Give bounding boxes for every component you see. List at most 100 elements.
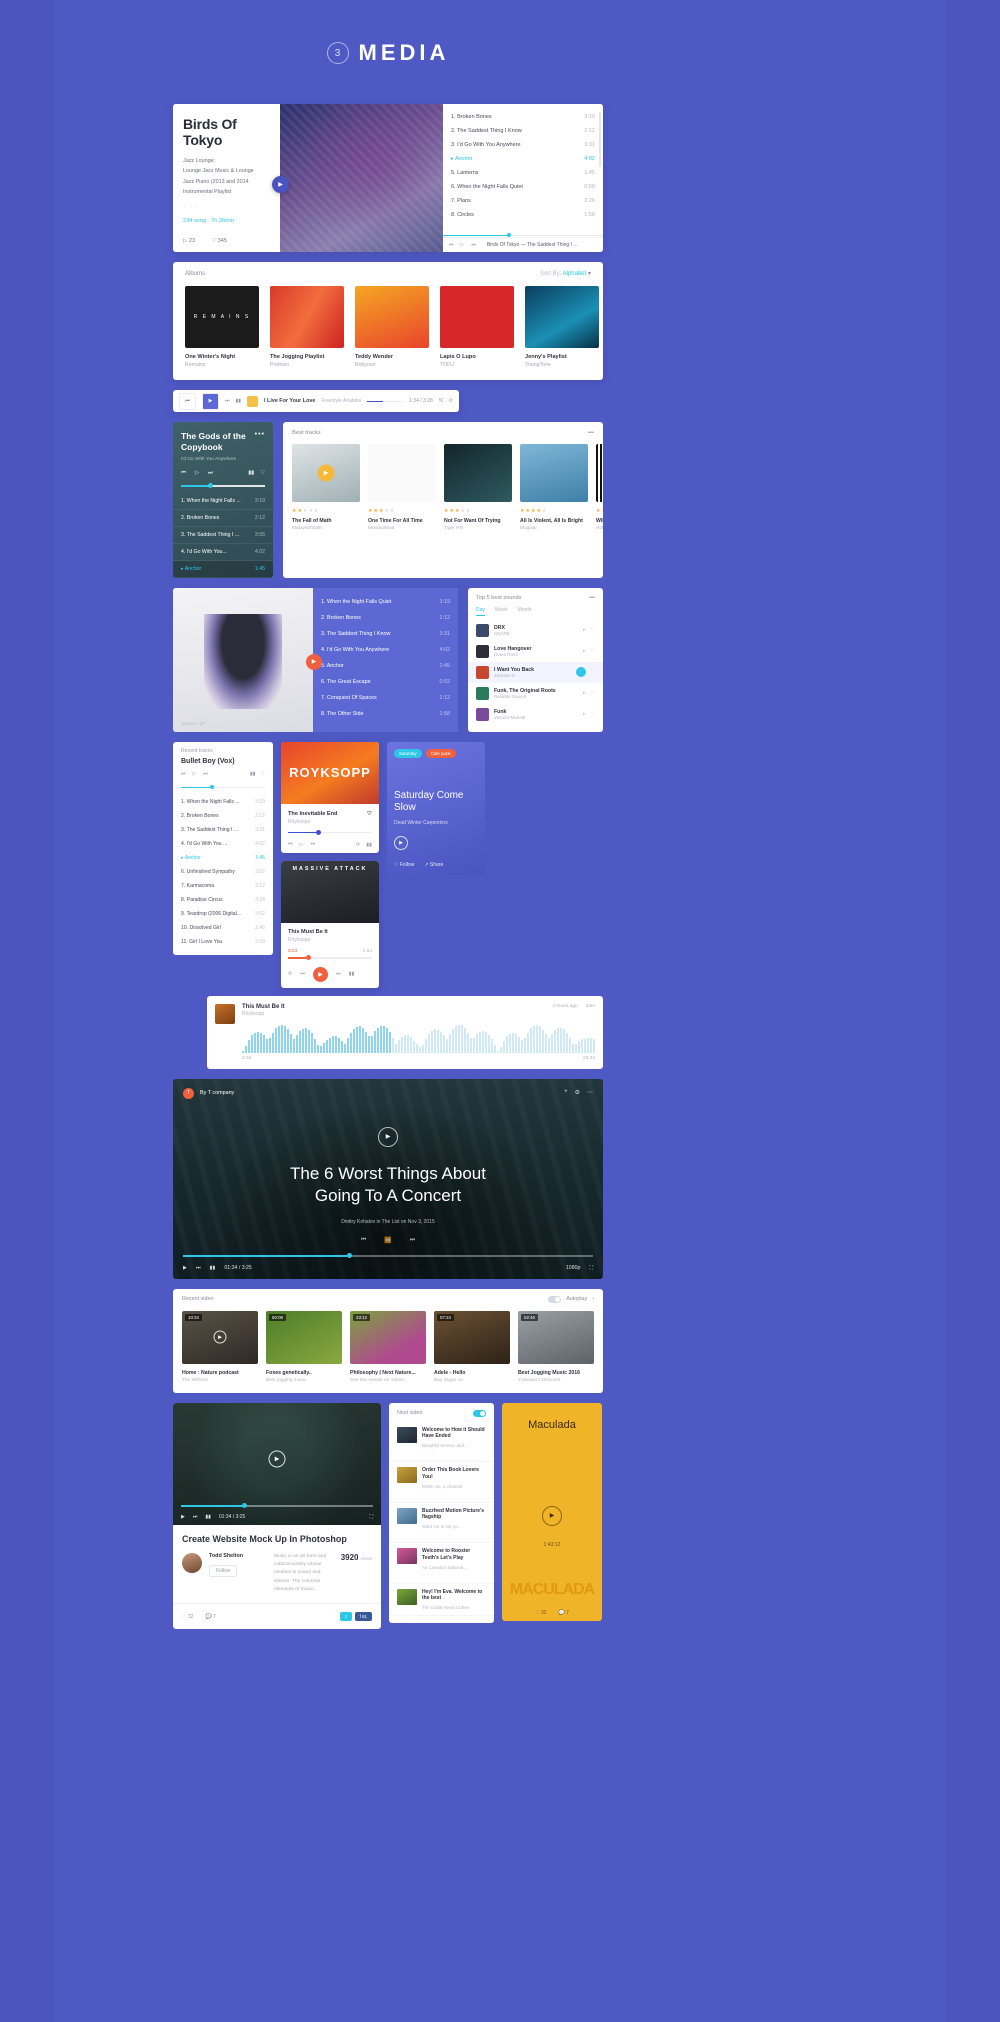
more-icon[interactable]: · · ·	[422, 1450, 486, 1456]
sound-row[interactable]: Funk Vincent Musetti ▸ ♡	[468, 704, 603, 725]
next-icon[interactable]: ⏭	[193, 1514, 198, 1520]
hero-video[interactable]: T By T company + ⚙ ⋯ ▶ The 6 Worst Thing…	[173, 1078, 603, 1279]
track-row[interactable]: 3. The Saddest Thing I ... 3:31	[173, 823, 273, 837]
list-item[interactable]: Welcome to How it Should Have Ended Beau…	[389, 1422, 494, 1463]
heart-icon[interactable]: ♡	[591, 711, 595, 717]
comment-count[interactable]: 💬 7	[205, 1614, 215, 1620]
track-row[interactable]: 8. The Other Side 1:58	[321, 706, 450, 722]
video-play-button[interactable]: ▶	[378, 1126, 398, 1147]
hero-tracklist[interactable]: 1. Broken Bones 3:19 2. The Saddest Thing…	[443, 104, 603, 252]
track-row[interactable]: 7. Plans 2:26	[451, 194, 595, 208]
next-icon[interactable]: ⏭	[311, 841, 316, 848]
track-row-active[interactable]: ▸ Anchor 4:02	[451, 152, 595, 166]
list-item[interactable]: Hey! I'm Eva. Welcome to the best The Gu…	[389, 1584, 494, 1617]
play-button[interactable]: ▶	[394, 835, 408, 850]
track-row[interactable]: 4. I'd Go With You Anywhere 4:02	[321, 642, 450, 658]
track-row[interactable]: 2. Broken Bones 2:12	[173, 809, 273, 823]
list-item[interactable]: Buzzfeed Motion Picture's flagship Want …	[389, 1503, 494, 1544]
prev-icon[interactable]: ⏮	[449, 242, 454, 248]
track-row[interactable]: 2. Broken Bones 2:12	[173, 510, 273, 527]
track-row[interactable]: 7. Karmacoma 2:12	[173, 879, 273, 893]
chevron-right-icon[interactable]: ›	[592, 1296, 594, 1302]
heart-icon[interactable]: ♡	[367, 811, 372, 817]
rating-stars[interactable]: ★★★★★	[368, 508, 436, 514]
rating-stars[interactable]: ★★★★★	[520, 508, 588, 514]
track-row[interactable]: 9. Teardrop (2006 Digital... 3:02	[173, 907, 273, 921]
track-row[interactable]: 8. Paradise Circus 3:34	[173, 893, 273, 907]
heart-icon[interactable]: ♡	[260, 470, 265, 477]
comment-count[interactable]: 💬 7	[559, 1610, 569, 1616]
track-row[interactable]: 4. I'd Go With You ... 4:02	[173, 837, 273, 851]
volume-icon[interactable]: ▮▮	[248, 470, 254, 477]
next-icon[interactable]: ⏭	[203, 771, 208, 777]
play-icon[interactable]: ▸	[583, 648, 586, 654]
heart-icon[interactable]: ♡	[591, 648, 595, 654]
progress-bar[interactable]	[288, 829, 372, 835]
track-row[interactable]: 3. I'd Go With You Anywhere 3:31	[451, 138, 595, 152]
fullscreen-icon[interactable]: ⛶	[589, 1265, 593, 1272]
repeat-icon[interactable]: ⟳	[356, 842, 360, 848]
play-icon[interactable]: ▶	[213, 1330, 227, 1344]
play-icon[interactable]: ▸	[583, 690, 586, 696]
video-card[interactable]: 50:08 Foxes genetically.. Best jogging m…	[266, 1310, 342, 1383]
sound-row[interactable]: Love Hangover Diana Ross ▸ ♡	[468, 641, 603, 662]
track-row-active[interactable]: ▸ Anchor 1:45	[173, 560, 273, 578]
track-row[interactable]: 6. Unfinished Sympathy 3:02	[173, 865, 273, 879]
more-icon[interactable]: •••	[589, 595, 595, 601]
facebook-share-button[interactable]: f 61	[354, 1612, 372, 1622]
rating-stars[interactable]: ★★★★★	[444, 508, 512, 514]
more-icon[interactable]: · · ·	[422, 1572, 486, 1578]
gods-progress[interactable]	[181, 483, 265, 489]
twitter-share-button[interactable]: t	[340, 1612, 352, 1622]
follow-button[interactable]: Follow	[209, 1564, 238, 1577]
video-play-button[interactable]: ▶	[268, 1450, 286, 1468]
heart-icon[interactable]: ♡	[591, 690, 595, 696]
volume-icon[interactable]: ▮▮	[349, 971, 355, 977]
track-row[interactable]: 2. Broken Bones 2:12	[321, 610, 450, 626]
video-card[interactable]: 02:46 Best Jogging Music 2016 Ysilvadio'…	[518, 1310, 594, 1383]
recent-progress[interactable]	[181, 784, 265, 789]
shuffle-icon[interactable]: ⤭	[439, 398, 443, 404]
volume-icon[interactable]: ▮▮	[236, 398, 242, 404]
play-icon[interactable]: ▷	[300, 842, 304, 848]
list-item[interactable]: Welcome to Rooster Teeth's Let's Play As…	[389, 1543, 494, 1584]
next-icon[interactable]: ⏭	[471, 242, 476, 248]
track-row[interactable]: 1. When the Night Falls ... 3:19	[173, 493, 273, 510]
prev-icon[interactable]: ⏮	[288, 841, 293, 848]
maculada-card[interactable]: Maculada ▶ 1:43:12 MACULADA ♡ 32 💬 7	[502, 1402, 602, 1621]
play-button[interactable]: ▶	[313, 966, 329, 982]
heart-icon[interactable]: ♡	[261, 771, 265, 777]
album-card[interactable]: Lapis O Lupo TOFU	[440, 286, 514, 368]
next-icon[interactable]: ⏭	[336, 971, 341, 978]
mini-progress[interactable]	[367, 400, 404, 402]
video-card[interactable]: 07:24 Adele - Hello Buy Sugar on	[434, 1310, 510, 1383]
track-row-active[interactable]: ▸ Anchor 1:45	[173, 851, 273, 865]
track-row[interactable]: 6. When the Night Falls Quiet 0:58	[451, 180, 595, 194]
play-icon[interactable]: ▸	[583, 711, 586, 717]
volume-icon[interactable]: ▮▮	[366, 842, 372, 848]
track-row[interactable]: 8. Circles 1:58	[451, 208, 595, 222]
next-icon[interactable]: ⏭	[225, 398, 230, 404]
album-card[interactable]: R E M A I N S One Winter's Night Remains	[185, 286, 259, 368]
more-icon[interactable]: · · ·	[422, 1491, 486, 1497]
sound-row-active[interactable]: I Want You Back Jackson 5 ♡	[468, 661, 603, 683]
video-progress[interactable]	[181, 1503, 373, 1509]
prev-icon[interactable]: ⏮	[181, 470, 186, 477]
tag[interactable]: Cafe punk	[425, 748, 456, 758]
progress-bar[interactable]	[288, 955, 372, 961]
video-progress[interactable]	[183, 1253, 593, 1259]
sound-row[interactable]: Funk, The Original Roots Reliable Source…	[468, 683, 603, 704]
quality-label[interactable]: 1080p	[566, 1265, 580, 1272]
playlist-tracks[interactable]: 1. When the Night Falls Quiet 3:19 2. Bro…	[313, 587, 458, 732]
playlist-play-button[interactable]: ▶	[306, 653, 322, 670]
track-row[interactable]: 4. I'd Go With You... 4:02	[173, 544, 273, 561]
tag[interactable]: Saturday	[394, 748, 422, 758]
tracklist-scrollbar[interactable]	[599, 112, 601, 167]
prev-icon[interactable]: ⏮	[361, 1237, 366, 1244]
play-button[interactable]: ▶	[202, 392, 219, 410]
video-player[interactable]: ▶ ▶ ⏭ ▮▮ 01:34 / 3:25 ⛶	[173, 1402, 381, 1525]
track-row[interactable]: 3. The Saddest Thing I ... 3:05	[173, 527, 273, 544]
video-card[interactable]: 10:34 ▶ Home : Nature podcast The Wither…	[182, 1310, 258, 1383]
track-row[interactable]: 10. Dissolved Girl 2:45	[173, 921, 273, 935]
play-button[interactable]: ▶	[542, 1505, 562, 1526]
